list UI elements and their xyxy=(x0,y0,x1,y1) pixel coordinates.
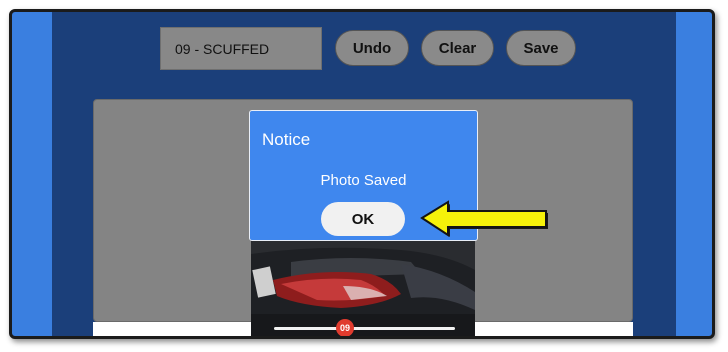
save-button[interactable]: Save xyxy=(506,30,576,66)
damage-marker[interactable]: 09 xyxy=(336,319,354,336)
dialog-title: Notice xyxy=(262,130,311,149)
undo-button[interactable]: Undo xyxy=(335,30,409,66)
ok-button[interactable]: OK xyxy=(321,202,405,236)
car-rear-image xyxy=(251,240,475,336)
clear-button[interactable]: Clear xyxy=(421,30,494,66)
vehicle-photo xyxy=(251,240,475,336)
dialog-message: Photo Saved xyxy=(320,172,407,189)
device-screen: 09 - SCUFFED Undo Clear Save 09 Notice P… xyxy=(9,9,715,339)
damage-tag-field[interactable]: 09 - SCUFFED xyxy=(160,27,322,70)
pointer-arrow-icon xyxy=(420,200,548,237)
home-indicator xyxy=(274,327,455,330)
